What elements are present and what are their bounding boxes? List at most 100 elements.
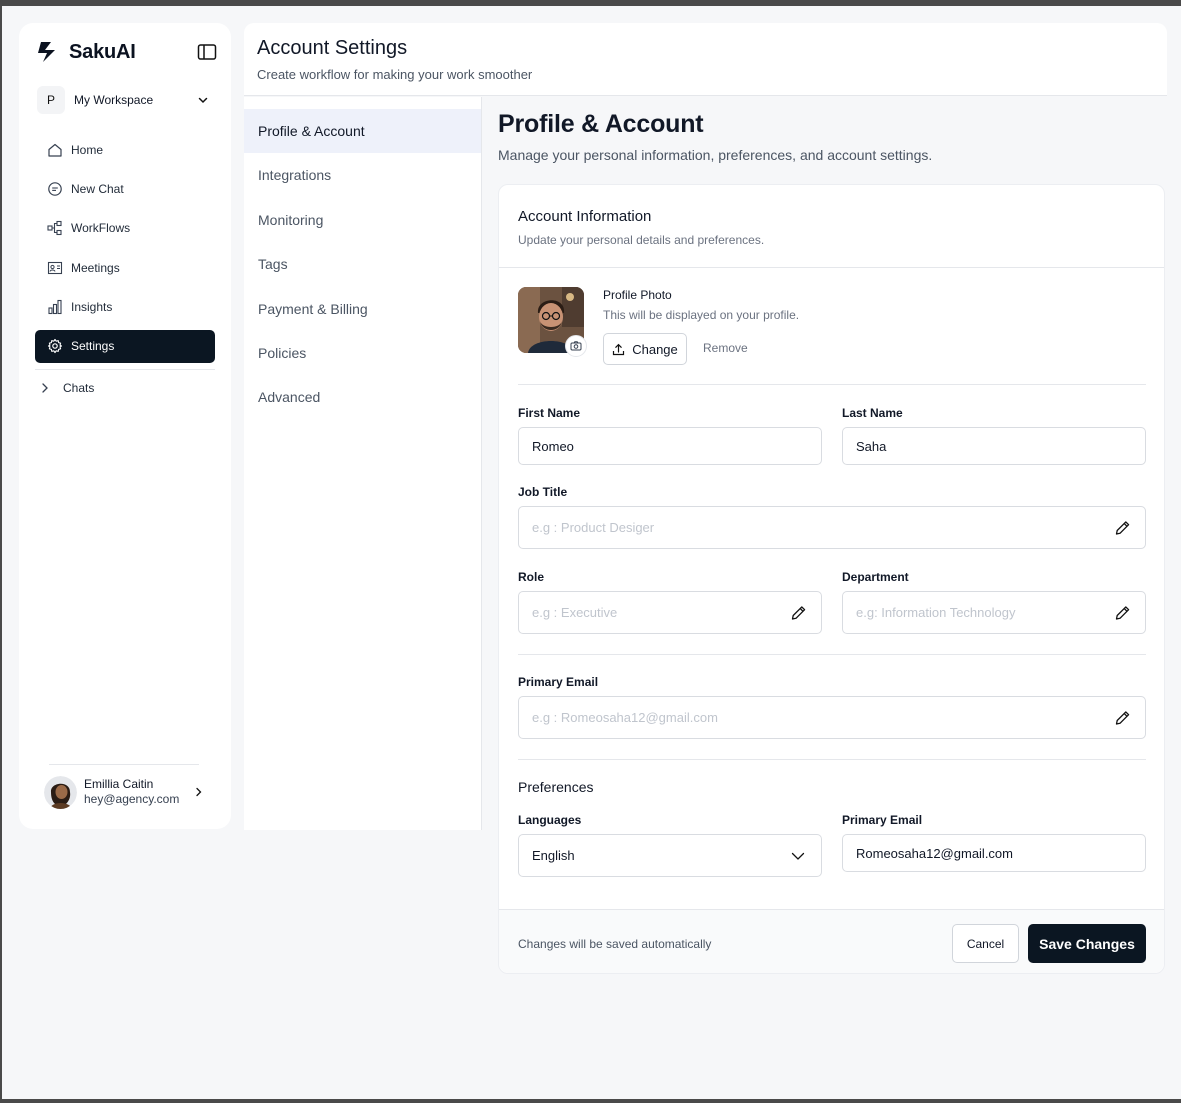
page-subtitle: Create workflow for making your work smo… [257,67,533,82]
first-name-field[interactable]: Romeo [518,427,822,465]
brand-name: SakuAI [69,40,136,63]
settings-tab-payment-billing[interactable]: Payment & Billing [244,287,481,331]
avatar [44,775,77,809]
gear-icon [47,339,63,354]
settings-tab-advanced[interactable]: Advanced [244,375,481,419]
last-name-label: Last Name [842,406,903,420]
chevron-down-icon [198,97,208,104]
department-field[interactable]: e.g: Information Technology [842,591,1146,634]
autosave-note: Changes will be saved automatically [518,937,712,951]
save-changes-button[interactable]: Save Changes [1028,924,1146,963]
first-name-label: First Name [518,406,581,420]
pencil-icon[interactable] [1114,604,1131,621]
pencil-icon[interactable] [1114,519,1131,536]
sidebar-item-label: New Chat [71,181,124,196]
settings-tab-policies[interactable]: Policies [244,331,481,375]
sidebar-item-new-chat[interactable]: New Chat [35,172,215,205]
upload-icon [613,343,625,355]
user-text: Emillia Caitin hey@agency.com [84,777,179,807]
sidebar-item-label: WorkFlows [71,221,131,236]
sidebar: SakuAI P My Workspace Home New Chat Work… [19,23,231,829]
card-title: Account Information [518,208,652,225]
camera-button[interactable] [565,335,587,357]
role-field[interactable]: e.g : Executive [518,591,822,634]
brand[interactable]: SakuAI [35,39,136,65]
preferences-title: Preferences [518,779,594,795]
window-frame-bottom [0,1099,1181,1103]
user-name: Emillia Caitin [84,777,154,791]
workflow-icon [47,221,62,236]
sidebar-item-workflows[interactable]: WorkFlows [35,212,215,245]
settings-menu: Profile & Account Integrations Monitorin… [244,97,482,830]
account-information-card: Account Information Update your personal… [498,184,1165,974]
profile-photo-subtitle: This will be displayed on your profile. [603,308,800,322]
role-label: Role [518,570,545,584]
section-divider [518,654,1146,655]
pencil-icon[interactable] [790,604,807,621]
sidebar-item-label: Home [71,142,104,157]
settings-tab-integrations[interactable]: Integrations [244,153,481,197]
home-icon [48,143,62,157]
section-divider [518,384,1146,385]
window-frame-top [0,0,1181,6]
last-name-value: Saha [856,438,887,454]
meetings-icon [47,261,63,274]
bar-chart-icon [48,300,62,315]
chats-group-toggle[interactable]: Chats [35,374,215,402]
first-name-value: Romeo [532,438,574,454]
languages-label: Languages [518,813,582,827]
user-divider [49,764,199,765]
nav-divider [35,369,215,371]
section-divider [518,759,1146,760]
workspace-name: My Workspace [74,93,154,107]
job-title-field[interactable]: e.g : Product Desiger [518,506,1146,549]
chevron-right-icon [42,383,48,393]
sidebar-item-insights[interactable]: Insights [35,291,215,324]
page-title: Account Settings [257,37,408,59]
preferences-email-field[interactable]: Romeosaha12@gmail.com [842,834,1146,872]
section-subtitle: Manage your personal information, prefer… [498,147,933,163]
primary-email-placeholder: e.g : Romeosaha12@gmail.com [532,710,718,725]
chevron-down-icon [791,852,805,860]
page-header: Account Settings Create workflow for mak… [244,23,1167,96]
change-photo-label: Change [632,341,678,357]
cancel-button[interactable]: Cancel [952,924,1019,963]
card-footer: Changes will be saved automatically Canc… [499,909,1164,973]
last-name-field[interactable]: Saha [842,427,1146,465]
remove-photo-button[interactable]: Remove [703,341,748,355]
language-select[interactable]: English [518,834,822,877]
job-title-placeholder: e.g : Product Desiger [532,520,655,535]
sidebar-item-meetings[interactable]: Meetings [35,251,215,284]
card-subtitle: Update your personal details and prefere… [518,233,765,247]
department-placeholder: e.g: Information Technology [856,605,1016,620]
user-profile-menu[interactable]: Emillia Caitin hey@agency.com [44,774,204,810]
chats-label: Chats [63,381,95,396]
chat-bubble-icon [48,182,62,196]
profile-photo-label: Profile Photo [603,288,672,302]
settings-tab-profile-account[interactable]: Profile & Account [244,109,481,153]
sidebar-item-home[interactable]: Home [35,133,215,166]
sidebar-item-label: Insights [71,300,113,315]
sidebar-toggle-icon[interactable] [197,43,217,61]
job-title-label: Job Title [518,485,568,499]
sakuai-logo-icon [38,42,55,62]
camera-icon [570,341,582,351]
change-photo-button[interactable]: Change [603,333,687,365]
preferences-email-value: Romeosaha12@gmail.com [856,845,1013,861]
role-placeholder: e.g : Executive [532,605,618,620]
workspace-avatar: P [37,86,65,114]
workspace-switcher[interactable]: P My Workspace [37,85,215,115]
pencil-icon[interactable] [1114,709,1131,726]
window-frame-left [0,0,2,1103]
chevron-right-icon [196,787,202,797]
preferences-email-label: Primary Email [842,813,923,827]
section-title: Profile & Account [498,110,704,138]
user-email: hey@agency.com [84,792,180,806]
settings-tab-monitoring[interactable]: Monitoring [244,198,481,242]
department-label: Department [842,570,909,584]
settings-tab-tags[interactable]: Tags [244,242,481,286]
sidebar-item-settings[interactable]: Settings [35,329,215,363]
primary-email-field[interactable]: e.g : Romeosaha12@gmail.com [518,696,1146,739]
sidebar-item-label: Meetings [71,260,120,275]
sidebar-nav: Home New Chat WorkFlows Meetings Insight… [35,133,215,402]
